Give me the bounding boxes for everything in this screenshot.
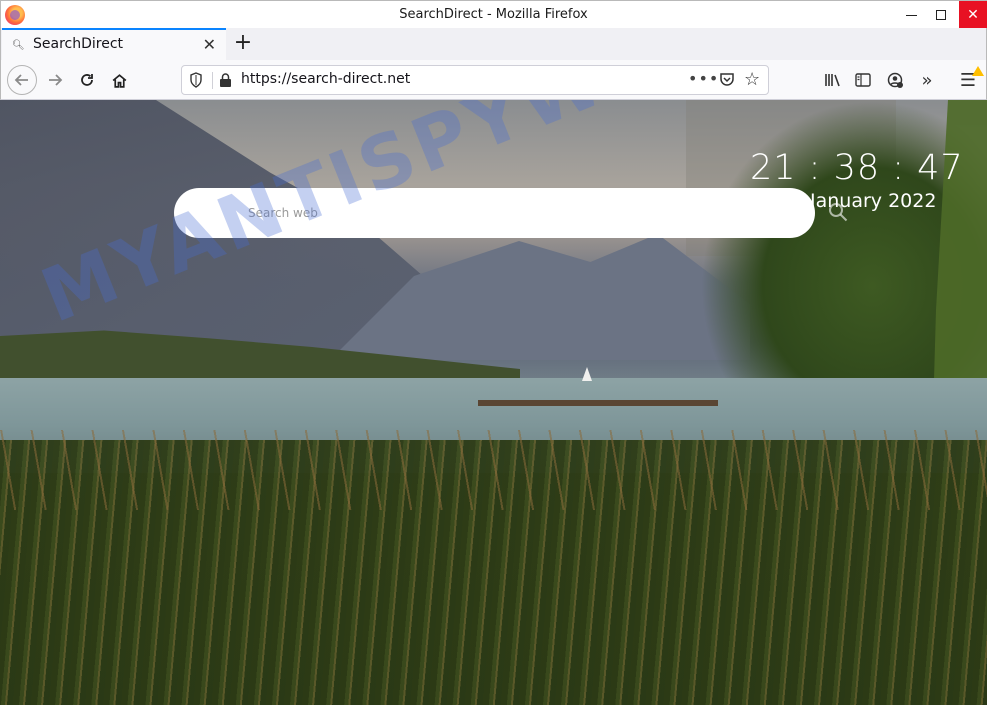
reload-button[interactable] [73, 66, 101, 94]
url-text[interactable]: https://search-direct.net [241, 71, 410, 87]
navigation-toolbar: https://search-direct.net ••• ☆ » ☰ [0, 60, 987, 100]
background-sailboat [582, 367, 592, 381]
library-button[interactable] [822, 70, 842, 90]
window-titlebar: SearchDirect - Mozilla Firefox ✕ [0, 0, 987, 28]
maximize-button[interactable] [927, 1, 955, 28]
back-button[interactable] [7, 65, 37, 95]
home-icon [112, 73, 126, 88]
tracking-protection-shield-icon[interactable] [189, 72, 203, 88]
account-icon [887, 72, 903, 88]
page-content: 21 : 38 : 47 January 2022 MYANTISPYWARE.… [0, 100, 987, 705]
back-arrow-icon [14, 74, 28, 86]
library-icon [824, 74, 840, 87]
pocket-icon[interactable] [719, 72, 735, 87]
tab-close-button[interactable]: ✕ [203, 35, 216, 54]
background-pier [478, 400, 718, 406]
close-icon: ✕ [967, 6, 979, 23]
clock-time: 21 : 38 : 47 [750, 148, 964, 188]
lock-icon[interactable] [219, 73, 232, 88]
home-button[interactable] [105, 66, 133, 94]
sidebar-icon [855, 73, 871, 87]
minimize-icon [905, 15, 917, 16]
address-bar[interactable]: https://search-direct.net ••• ☆ [181, 65, 769, 95]
reload-icon [81, 74, 93, 86]
tab-label: SearchDirect [33, 36, 124, 52]
warning-badge-icon [972, 66, 984, 76]
forward-button[interactable] [41, 66, 69, 94]
minimize-button[interactable] [897, 1, 925, 28]
sidebar-button[interactable] [853, 70, 873, 90]
background-reeds [0, 430, 987, 510]
search-icon: 🔍︎ [12, 40, 25, 51]
maximize-icon [936, 9, 946, 20]
bookmark-star-icon[interactable]: ☆ [744, 69, 760, 90]
tab-strip: 🔍︎ SearchDirect ✕ + [0, 28, 987, 60]
more-tools-button[interactable]: » [917, 69, 937, 91]
window-title: SearchDirect - Mozilla Firefox [399, 7, 588, 22]
new-tab-button[interactable]: + [231, 30, 255, 56]
page-actions-button[interactable]: ••• [688, 69, 719, 88]
search-icon[interactable] [828, 202, 848, 222]
urlbar-separator [212, 72, 213, 89]
close-window-button[interactable]: ✕ [959, 1, 987, 28]
account-button[interactable] [885, 70, 905, 90]
chevron-double-right-icon: » [921, 69, 933, 91]
tab-searchdirect[interactable]: 🔍︎ SearchDirect ✕ [2, 28, 226, 60]
forward-arrow-icon [49, 74, 63, 86]
